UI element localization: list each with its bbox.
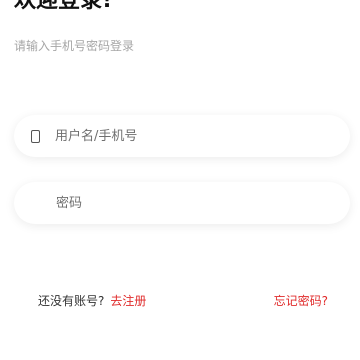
phone-input[interactable] — [55, 126, 275, 146]
register-link[interactable]: 去注册 — [110, 294, 146, 308]
register-prompt: 还没有账号? — [38, 294, 105, 308]
page-title: 欢迎登录! — [14, 0, 113, 13]
password-field[interactable] — [14, 182, 350, 224]
password-input[interactable] — [56, 193, 276, 213]
phone-icon — [31, 129, 40, 143]
register-row: 还没有账号? 去注册 — [38, 293, 146, 309]
forgot-password-link[interactable]: 忘记密码? — [274, 293, 328, 309]
phone-field[interactable] — [14, 115, 350, 157]
page-subtitle: 请输入手机号密码登录 — [14, 39, 135, 53]
login-footer: 还没有账号? 去注册 忘记密码? — [38, 293, 328, 309]
